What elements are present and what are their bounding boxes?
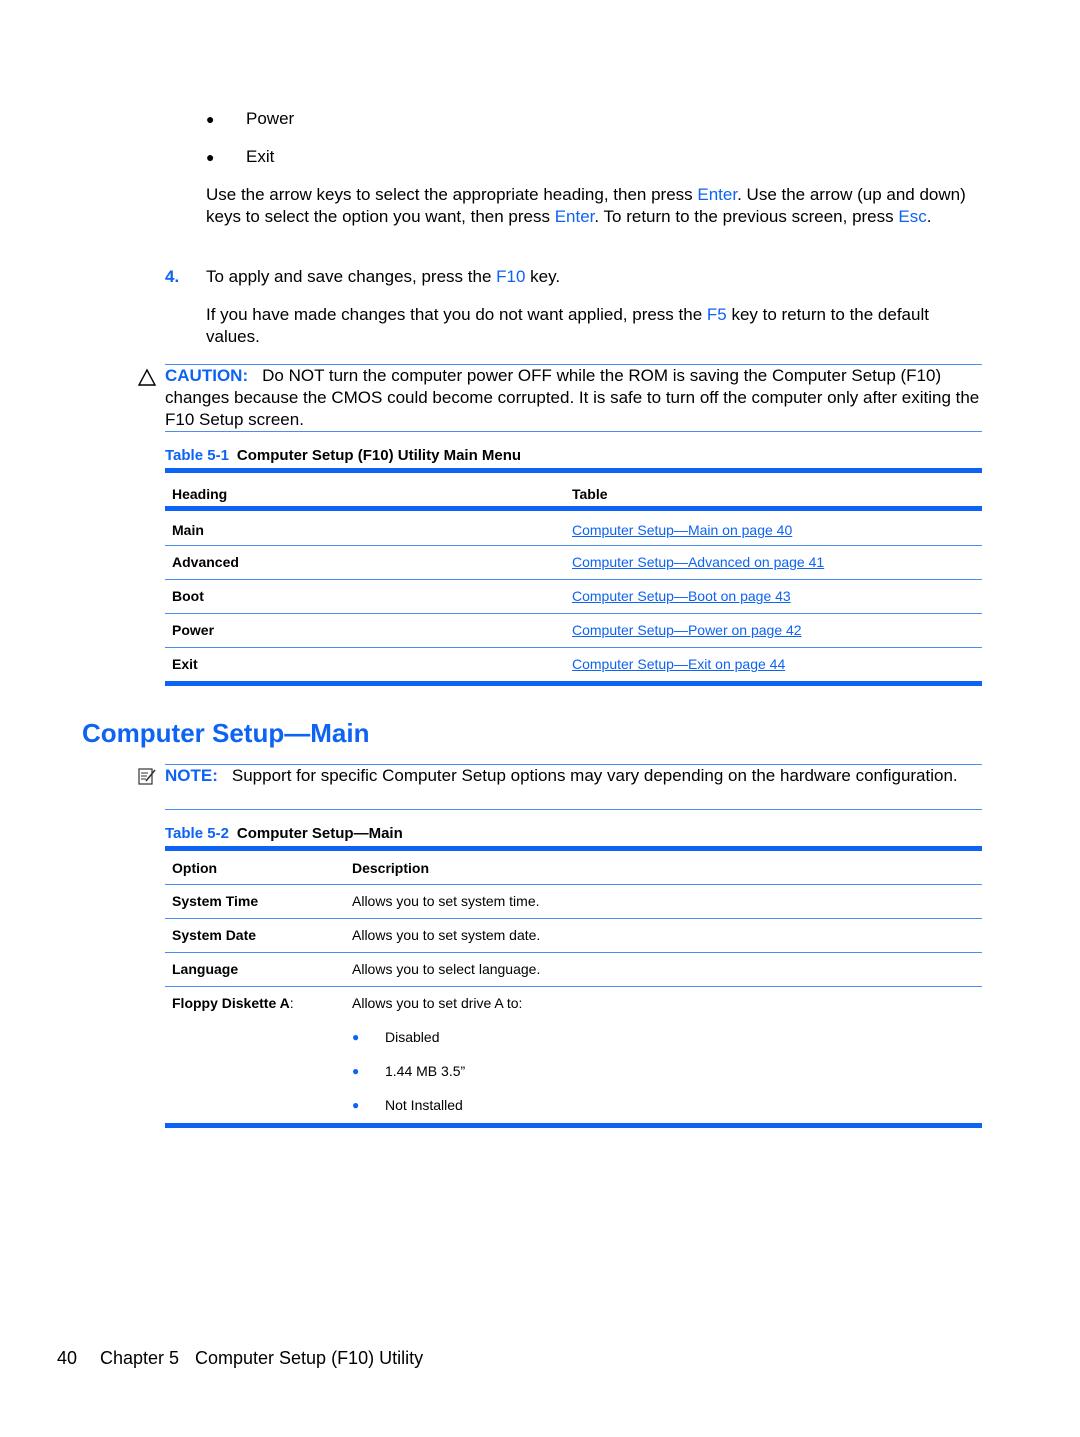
table-row: Main Computer Setup—Main on page 40 (165, 511, 982, 545)
link-power[interactable]: Computer Setup—Power on page 42 (572, 622, 802, 638)
table-row: System Time Allows you to set system tim… (165, 885, 982, 918)
footer-chapter-title: Computer Setup (F10) Utility (195, 1348, 424, 1368)
row-heading: Power (172, 622, 215, 638)
option-description: Allows you to set system time. (352, 893, 540, 909)
header-description: Description (352, 860, 430, 876)
text-run: . To return to the previous screen, pres… (594, 207, 899, 226)
table-number: Table 5-1 (165, 447, 229, 464)
table-header-row: Heading Table (165, 473, 982, 506)
text-run: If you have made changes that you do not… (206, 305, 707, 324)
revert-instructions: If you have made changes that you do not… (206, 304, 986, 348)
bullet-icon: ● (352, 1098, 360, 1112)
key-enter: Enter (697, 185, 738, 204)
choice-text: Disabled (385, 1029, 440, 1045)
text-run: Use the arrow keys to select the appropr… (206, 185, 698, 204)
key-esc: Esc (898, 207, 927, 226)
table-row: Power Computer Setup—Power on page 42 (165, 614, 982, 647)
key-f5: F5 (706, 305, 727, 324)
option-description: Allows you to select language. (352, 961, 541, 977)
main-menu-table: Heading Table Main Computer Setup—Main o… (165, 468, 982, 686)
text-run: To apply and save changes, press the (206, 267, 497, 286)
footer-chapter: Chapter 5 (100, 1348, 180, 1368)
caution-triangle-icon (137, 368, 157, 386)
note-text: Support for specific Computer Setup opti… (231, 766, 958, 785)
table-row: Exit Computer Setup—Exit on page 44 (165, 648, 982, 681)
option-name: Floppy Diskette A: (172, 995, 294, 1011)
header-table: Table (572, 486, 608, 502)
option-name: System Date (172, 927, 257, 943)
note-label: NOTE: (165, 766, 218, 785)
bullet-text: Power (246, 109, 295, 128)
text-run: . (926, 207, 932, 226)
bullet-icon: ● (206, 149, 215, 165)
option-description: Allows you to set drive A to: (352, 995, 523, 1011)
row-heading: Boot (172, 588, 204, 604)
key-f10: F10 (496, 267, 526, 286)
header-option: Option (172, 860, 218, 876)
table-row: System Date Allows you to set system dat… (165, 919, 982, 952)
table-bottom-rule (165, 681, 982, 686)
page-number: 40 (57, 1348, 78, 1368)
section-title: Computer Setup—Main (82, 718, 370, 748)
table-title: Computer Setup (F10) Utility Main Menu (236, 447, 522, 464)
choice-text: Not Installed (385, 1097, 463, 1113)
table-row: Floppy Diskette A: Allows you to set dri… (165, 987, 982, 1123)
table-bottom-rule (165, 1123, 982, 1128)
link-main[interactable]: Computer Setup—Main on page 40 (572, 522, 792, 538)
bullet-icon: ● (206, 111, 215, 127)
table-title: Computer Setup—Main (236, 825, 403, 842)
step-4-text: To apply and save changes, press the F10… (206, 266, 986, 288)
option-suffix: : (289, 995, 294, 1011)
row-heading: Main (172, 522, 204, 538)
choice-text: 1.44 MB 3.5” (385, 1063, 466, 1079)
bullet-icon: ● (352, 1064, 360, 1078)
link-exit[interactable]: Computer Setup—Exit on page 44 (572, 656, 785, 672)
caution-label: CAUTION: (165, 366, 249, 385)
table-row: Language Allows you to select language. (165, 953, 982, 986)
table-caption: Table 5-2 Computer Setup—Main (165, 825, 403, 842)
bullet-text: Exit (246, 147, 275, 166)
step-number: 4. (165, 267, 180, 286)
note-callout: NOTE: Support for specific Computer Setup… (138, 764, 982, 810)
key-enter: Enter (554, 207, 595, 226)
navigation-instructions: Use the arrow keys to select the appropr… (206, 184, 986, 228)
table-header-row: Option Description (165, 851, 982, 884)
table-row: Advanced Computer Setup—Advanced on page… (165, 546, 982, 579)
link-advanced[interactable]: Computer Setup—Advanced on page 41 (572, 554, 824, 570)
main-options-table: Option Description System Time Allows yo… (165, 846, 982, 1128)
table-number: Table 5-2 (165, 825, 229, 842)
header-heading: Heading (172, 486, 228, 502)
caution-body: CAUTION: Do NOT turn the computer power O… (165, 365, 982, 431)
option-name-text: Floppy Diskette A (172, 995, 290, 1011)
link-boot[interactable]: Computer Setup—Boot on page 43 (572, 588, 791, 604)
option-name: Language (172, 961, 239, 977)
table-caption: Table 5-1 Computer Setup (F10) Utility Ma… (165, 447, 521, 464)
row-heading: Exit (172, 656, 198, 672)
note-body: NOTE: Support for specific Computer Setup… (165, 765, 982, 787)
caution-text: Do NOT turn the computer power OFF while… (165, 366, 980, 429)
note-pencil-icon (138, 768, 156, 785)
table-row: Boot Computer Setup—Boot on page 43 (165, 580, 982, 613)
option-name: System Time (172, 893, 259, 909)
row-heading: Advanced (172, 554, 239, 570)
bullet-icon: ● (352, 1030, 360, 1044)
text-run: key. (525, 267, 561, 286)
caution-callout: CAUTION: Do NOT turn the computer power O… (137, 364, 982, 432)
option-description: Allows you to set system date. (352, 927, 541, 943)
